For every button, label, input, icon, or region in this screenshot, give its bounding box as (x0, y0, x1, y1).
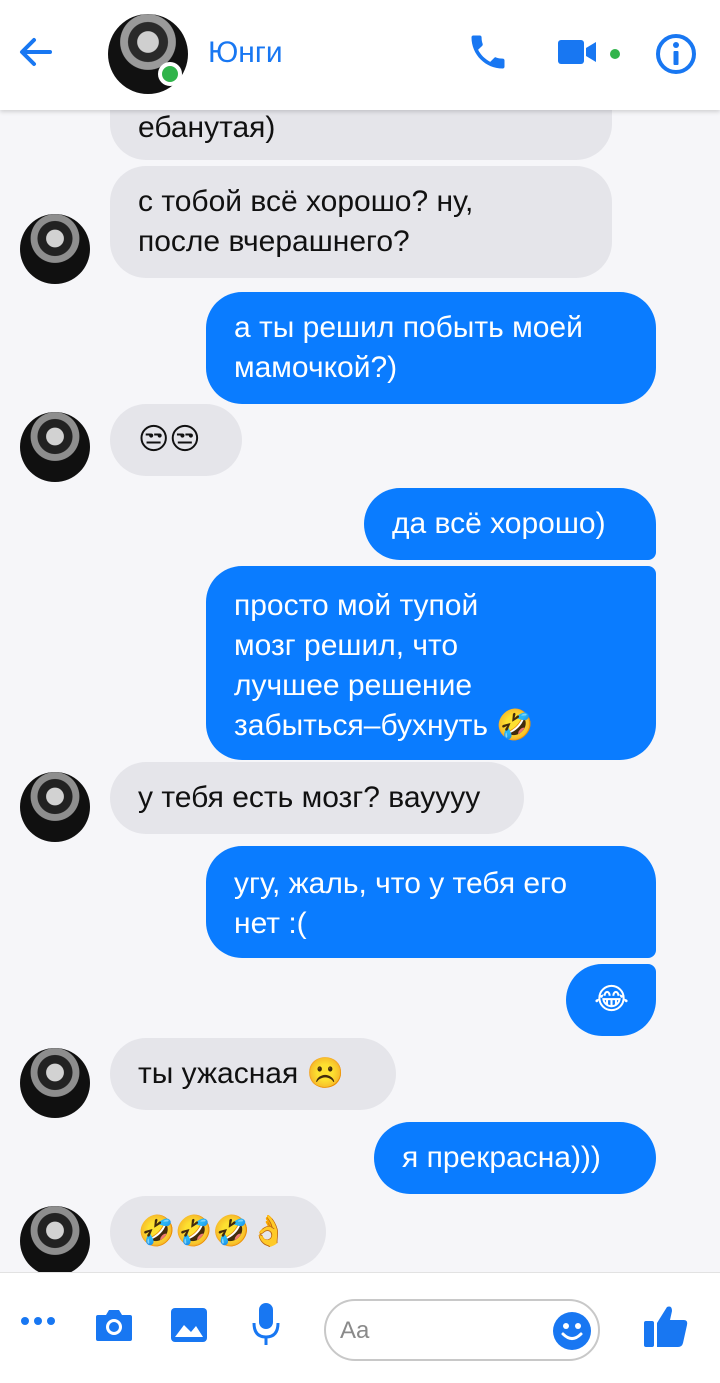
outgoing-message[interactable]: 😂 (566, 964, 656, 1036)
camera-icon[interactable] (94, 1307, 134, 1343)
video-active-dot (610, 49, 620, 59)
chat-header: Юнги (0, 0, 720, 110)
outgoing-message[interactable]: да всё хорошо) (364, 488, 656, 560)
more-dots-icon[interactable] (20, 1315, 56, 1327)
contact-avatar-small (20, 772, 90, 842)
outgoing-message[interactable]: а ты решил побыть моей мамочкой?) (206, 292, 656, 404)
message-input[interactable]: Aa (324, 1299, 600, 1361)
incoming-message[interactable]: 🤣🤣🤣👌 (110, 1196, 326, 1268)
phone-icon[interactable] (466, 30, 510, 74)
outgoing-message[interactable]: просто мой тупой мозг решил, что лучшее … (206, 566, 656, 760)
contact-name[interactable]: Юнги (208, 36, 283, 70)
thumbs-up-icon[interactable] (642, 1303, 690, 1349)
video-camera-icon[interactable] (556, 36, 600, 68)
incoming-message[interactable]: 😒😒 (110, 404, 242, 476)
outgoing-message[interactable]: угу, жаль, что у тебя его нет :( (206, 846, 656, 958)
contact-avatar-small (20, 412, 90, 482)
incoming-message[interactable]: у тебя есть мозг? вауууу (110, 762, 524, 834)
incoming-message[interactable]: ты ужасная ☹️ (110, 1038, 396, 1110)
contact-avatar-small (20, 1206, 90, 1276)
incoming-message[interactable]: с тобой всё хорошо? ну, после вчерашнего… (110, 166, 612, 278)
contact-avatar-small (20, 1048, 90, 1118)
microphone-icon[interactable] (250, 1301, 282, 1349)
message-input-placeholder: Aa (340, 1317, 370, 1344)
composer-bar: Aa (0, 1272, 720, 1383)
emoji-icon[interactable] (552, 1311, 592, 1351)
image-icon[interactable] (170, 1307, 208, 1343)
info-icon[interactable] (654, 32, 698, 76)
outgoing-message[interactable]: я прекрасна))) (374, 1122, 656, 1194)
online-status-dot (158, 62, 182, 86)
contact-avatar-small (20, 214, 90, 284)
back-arrow-icon[interactable] (14, 30, 58, 74)
